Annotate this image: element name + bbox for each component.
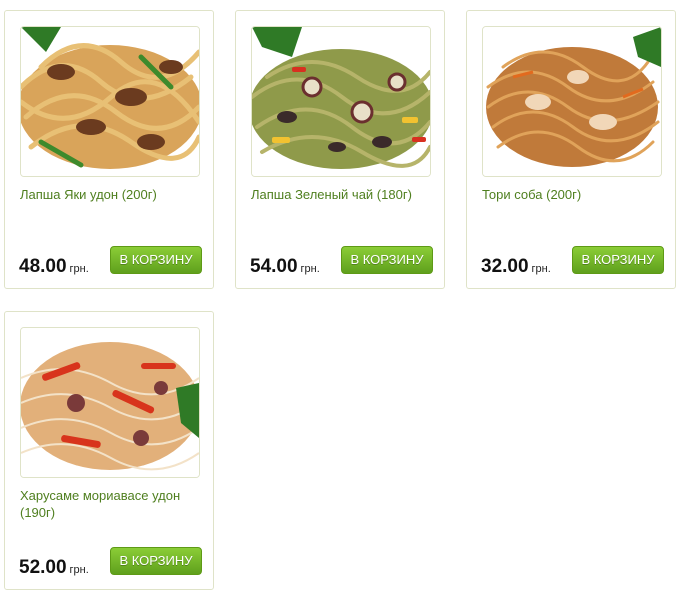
product-price: 54.00 грн.	[250, 257, 320, 279]
currency-label: грн.	[531, 263, 551, 275]
add-to-cart-button[interactable]: В КОРЗИНУ	[341, 246, 433, 274]
price-value: 54.00	[250, 256, 298, 277]
add-to-cart-button[interactable]: В КОРЗИНУ	[110, 547, 202, 575]
product-grid: Лапша Яки удон (200г) 48.00 грн. В КОРЗИН…	[0, 0, 686, 594]
add-to-cart-button[interactable]: В КОРЗИНУ	[110, 246, 202, 274]
product-image[interactable]	[20, 26, 200, 177]
product-card: Лапша Зеленый чай (180г) 54.00 грн. В КОР…	[235, 10, 445, 289]
product-title[interactable]: Лапша Зеленый чай (180г)	[251, 186, 433, 203]
product-price: 48.00 грн.	[19, 257, 89, 279]
product-image[interactable]	[20, 327, 200, 478]
add-to-cart-button[interactable]: В КОРЗИНУ	[572, 246, 664, 274]
product-card: Харусаме мориавасе удон (190г) 52.00 грн.…	[4, 311, 214, 590]
product-image[interactable]	[482, 26, 662, 177]
product-price: 52.00 грн.	[19, 558, 89, 580]
price-value: 32.00	[481, 256, 529, 277]
product-title[interactable]: Харусаме мориавасе удон (190г)	[20, 487, 202, 521]
currency-label: грн.	[69, 263, 89, 275]
currency-label: грн.	[300, 263, 320, 275]
product-title[interactable]: Тори соба (200г)	[482, 186, 664, 203]
price-value: 52.00	[19, 557, 67, 578]
product-card: Лапша Яки удон (200г) 48.00 грн. В КОРЗИН…	[4, 10, 214, 289]
product-title[interactable]: Лапша Яки удон (200г)	[20, 186, 202, 203]
product-card: Тори соба (200г) 32.00 грн. В КОРЗИНУ	[466, 10, 676, 289]
product-price: 32.00 грн.	[481, 257, 551, 279]
currency-label: грн.	[69, 564, 89, 576]
product-image[interactable]	[251, 26, 431, 177]
price-value: 48.00	[19, 256, 67, 277]
